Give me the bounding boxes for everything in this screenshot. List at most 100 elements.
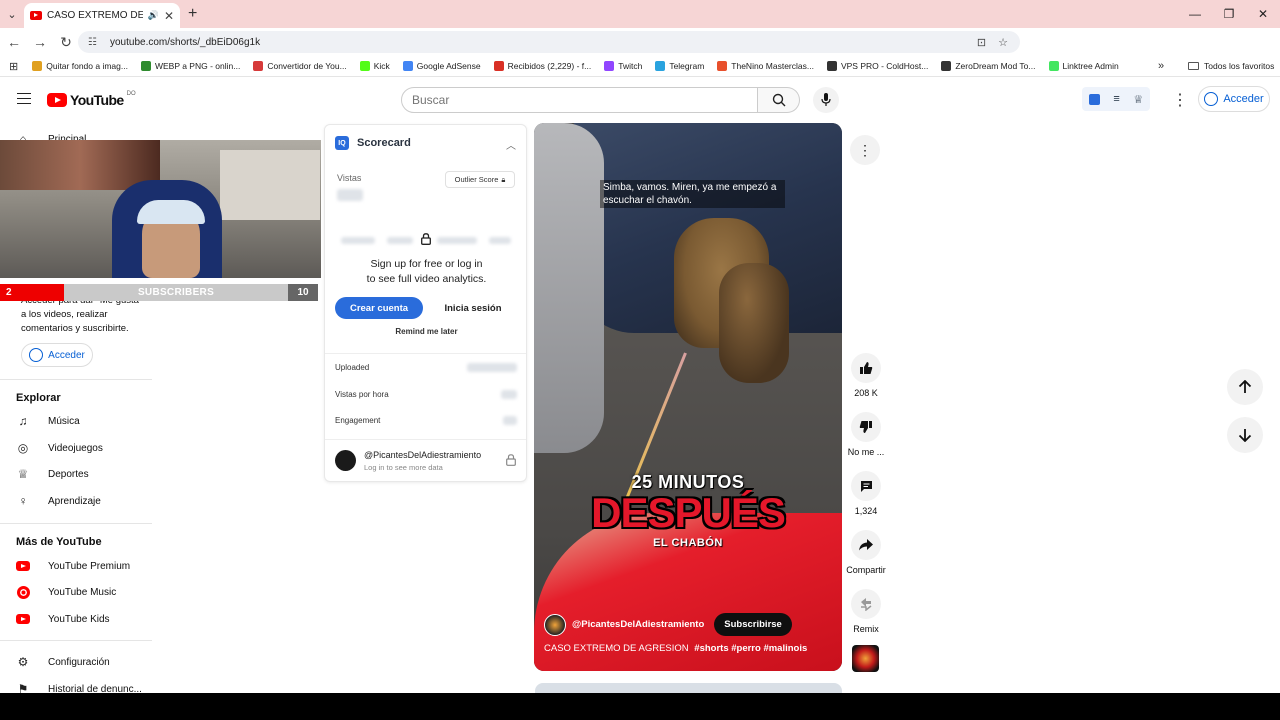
bookmark-item[interactable]: ZeroDream Mod To... — [941, 61, 1036, 71]
sidebar-item-settings[interactable]: ⚙ Configuración — [16, 655, 110, 669]
bookmarks-bar: ⊞ Quitar fondo a imag... WEBP a PNG - onl… — [0, 56, 1280, 77]
vidiq-toolbar[interactable]: ≡ ♕ — [1082, 87, 1150, 111]
sidebar-sign-in-button[interactable]: Acceder — [21, 343, 93, 367]
youtube-logo[interactable]: YouTube DO — [47, 91, 136, 108]
sidebar-item-music[interactable]: ♫ Música — [16, 414, 80, 428]
channel-avatar[interactable] — [544, 613, 566, 636]
flag-icon: ⚑ — [17, 682, 29, 693]
video-title[interactable]: CASO EXTREMO DE AGRESION #shorts #perro … — [544, 643, 807, 654]
channel-name[interactable]: @PicantesDelAdiestramiento — [364, 450, 481, 460]
share-icon — [859, 539, 873, 551]
next-short-preview[interactable] — [535, 683, 842, 693]
outlier-score-button[interactable]: Outlier Score 🔒︎ — [445, 171, 515, 188]
reload-icon[interactable]: ↻ — [54, 30, 78, 54]
youtube-favicon-icon — [30, 11, 42, 20]
share-button[interactable]: Compartir — [843, 530, 889, 575]
sidebar-item-youtube-premium[interactable]: YouTube Premium — [16, 559, 130, 573]
bookmark-label: ZeroDream Mod To... — [955, 61, 1036, 71]
user-icon — [29, 348, 44, 362]
browser-tab[interactable]: CASO EXTREMO DE AGRESIO 🔊 ✕ — [24, 3, 180, 28]
more-options-icon[interactable]: ⋮ — [850, 135, 880, 165]
sidebar-item-label: YouTube Music — [48, 586, 117, 598]
trophy-icon[interactable]: ♕ — [1133, 93, 1143, 106]
settings-dots-icon[interactable]: ⋮ — [1172, 90, 1188, 110]
install-app-icon[interactable]: ⊡ — [977, 36, 986, 49]
bookmark-item[interactable]: Telegram — [655, 61, 704, 71]
subscriber-current: 2 — [0, 284, 64, 301]
blurred-value — [501, 390, 517, 399]
channel-name[interactable]: @PicantesDelAdiestramiento — [572, 619, 704, 630]
close-tab-icon[interactable]: ✕ — [164, 9, 174, 23]
music-note-icon: ♫ — [18, 414, 28, 428]
login-button[interactable]: Inicia sesión — [429, 297, 517, 319]
explore-heading: Explorar — [16, 392, 61, 404]
sidebar-item-label: YouTube Kids — [48, 613, 110, 625]
bookmark-item[interactable]: Linktree Admin — [1048, 61, 1119, 71]
video-caption: Simba, vamos. Miren, ya me empezó a escu… — [600, 180, 785, 208]
next-short-button[interactable] — [1227, 417, 1263, 453]
remind-later-button[interactable]: Remind me later — [325, 327, 526, 336]
bookmark-item[interactable]: Google AdSense — [402, 61, 481, 71]
bookmark-item[interactable]: Twitch — [604, 61, 642, 71]
scorecard-panel: IQ Scorecard ︿ Vistas Outlier Score 🔒︎ S… — [324, 124, 527, 482]
comment-icon — [860, 480, 872, 492]
video-hashtags[interactable]: #shorts #perro #malinois — [694, 643, 807, 654]
minimize-icon[interactable]: — — [1178, 0, 1212, 28]
microphone-icon — [821, 93, 831, 106]
sidebar-item-sports[interactable]: ♕ Deportes — [16, 467, 89, 481]
new-tab-icon[interactable]: + — [188, 5, 197, 23]
remix-button[interactable]: Remix — [843, 589, 889, 634]
channel-avatar[interactable] — [335, 450, 356, 471]
list-icon[interactable]: ≡ — [1113, 93, 1119, 105]
address-bar[interactable]: ☷ youtube.com/shorts/_dbEiD06g1k ⊡ ☆ — [78, 31, 1020, 53]
sign-in-button[interactable]: Acceder — [1198, 86, 1270, 112]
subscribe-button[interactable]: Subscribirse — [714, 613, 792, 636]
audio-icon[interactable]: 🔊 — [148, 10, 159, 21]
bookmark-item[interactable]: WEBP a PNG - onlin... — [140, 61, 240, 71]
sidebar-item-youtube-kids[interactable]: YouTube Kids — [16, 612, 110, 626]
video-dog — [719, 263, 789, 383]
short-video-player[interactable]: Simba, vamos. Miren, ya me empezó a escu… — [534, 123, 842, 671]
guide-menu-icon[interactable] — [17, 93, 31, 104]
bookmark-favicon-icon — [359, 61, 370, 71]
forward-icon[interactable]: → — [28, 30, 52, 54]
bookmark-item[interactable]: Convertidor de You... — [253, 61, 347, 71]
lock-icon — [421, 233, 431, 248]
apps-grid-icon[interactable]: ⊞ — [9, 60, 18, 73]
collapse-chevron-icon[interactable]: ︿ — [506, 137, 516, 152]
more-bookmarks-icon[interactable]: » — [1158, 60, 1164, 72]
bookmark-item[interactable]: Kick — [359, 61, 390, 71]
search-button[interactable] — [758, 87, 800, 113]
bookmark-favicon-icon — [717, 61, 728, 71]
restore-icon[interactable]: ❐ — [1212, 0, 1246, 28]
vidiq-icon[interactable] — [1088, 93, 1100, 105]
search-input[interactable] — [401, 87, 758, 113]
previous-short-button[interactable] — [1227, 369, 1263, 405]
back-icon[interactable]: ← — [2, 30, 26, 54]
bookmark-item[interactable]: Quitar fondo a imag... — [32, 61, 128, 71]
create-account-button[interactable]: Crear cuenta — [335, 297, 423, 319]
dislike-button[interactable]: No me ... — [843, 412, 889, 457]
bookmark-item[interactable]: Recibidos (2,229) - f... — [493, 61, 591, 71]
bookmark-star-icon[interactable]: ☆ — [998, 36, 1008, 49]
blurred-value — [503, 416, 517, 425]
scorecard-header[interactable]: IQ Scorecard — [335, 136, 411, 150]
url-text: youtube.com/shorts/_dbEiD06g1k — [110, 36, 261, 48]
sidebar-item-youtube-music[interactable]: YouTube Music — [16, 585, 116, 599]
tab-search-icon[interactable]: ⌄ — [0, 0, 24, 28]
bookmark-label: Twitch — [618, 61, 643, 71]
like-button[interactable]: 208 K — [843, 353, 889, 398]
all-bookmarks-folder[interactable]: Todos los favoritos — [1188, 61, 1274, 71]
voice-search-button[interactable] — [813, 87, 839, 113]
sidebar-item-report-history[interactable]: ⚑ Historial de denunc... — [16, 682, 142, 693]
sidebar-item-learning[interactable]: ♀ Aprendizaje — [16, 494, 101, 508]
sidebar-item-gaming[interactable]: ◎ Videojuegos — [16, 441, 103, 455]
bookmark-item[interactable]: TheNino Masterclas... — [717, 61, 814, 71]
folder-icon — [1188, 62, 1199, 70]
close-window-icon[interactable]: ✕ — [1246, 0, 1280, 28]
bookmark-item[interactable]: VPS PRO - ColdHost... — [826, 61, 928, 71]
site-info-icon[interactable]: ☷ — [88, 37, 102, 48]
channel-thumbnail[interactable] — [852, 645, 879, 672]
comments-button[interactable]: 1,324 — [843, 471, 889, 516]
sidebar-item-label: Deportes — [48, 468, 89, 480]
